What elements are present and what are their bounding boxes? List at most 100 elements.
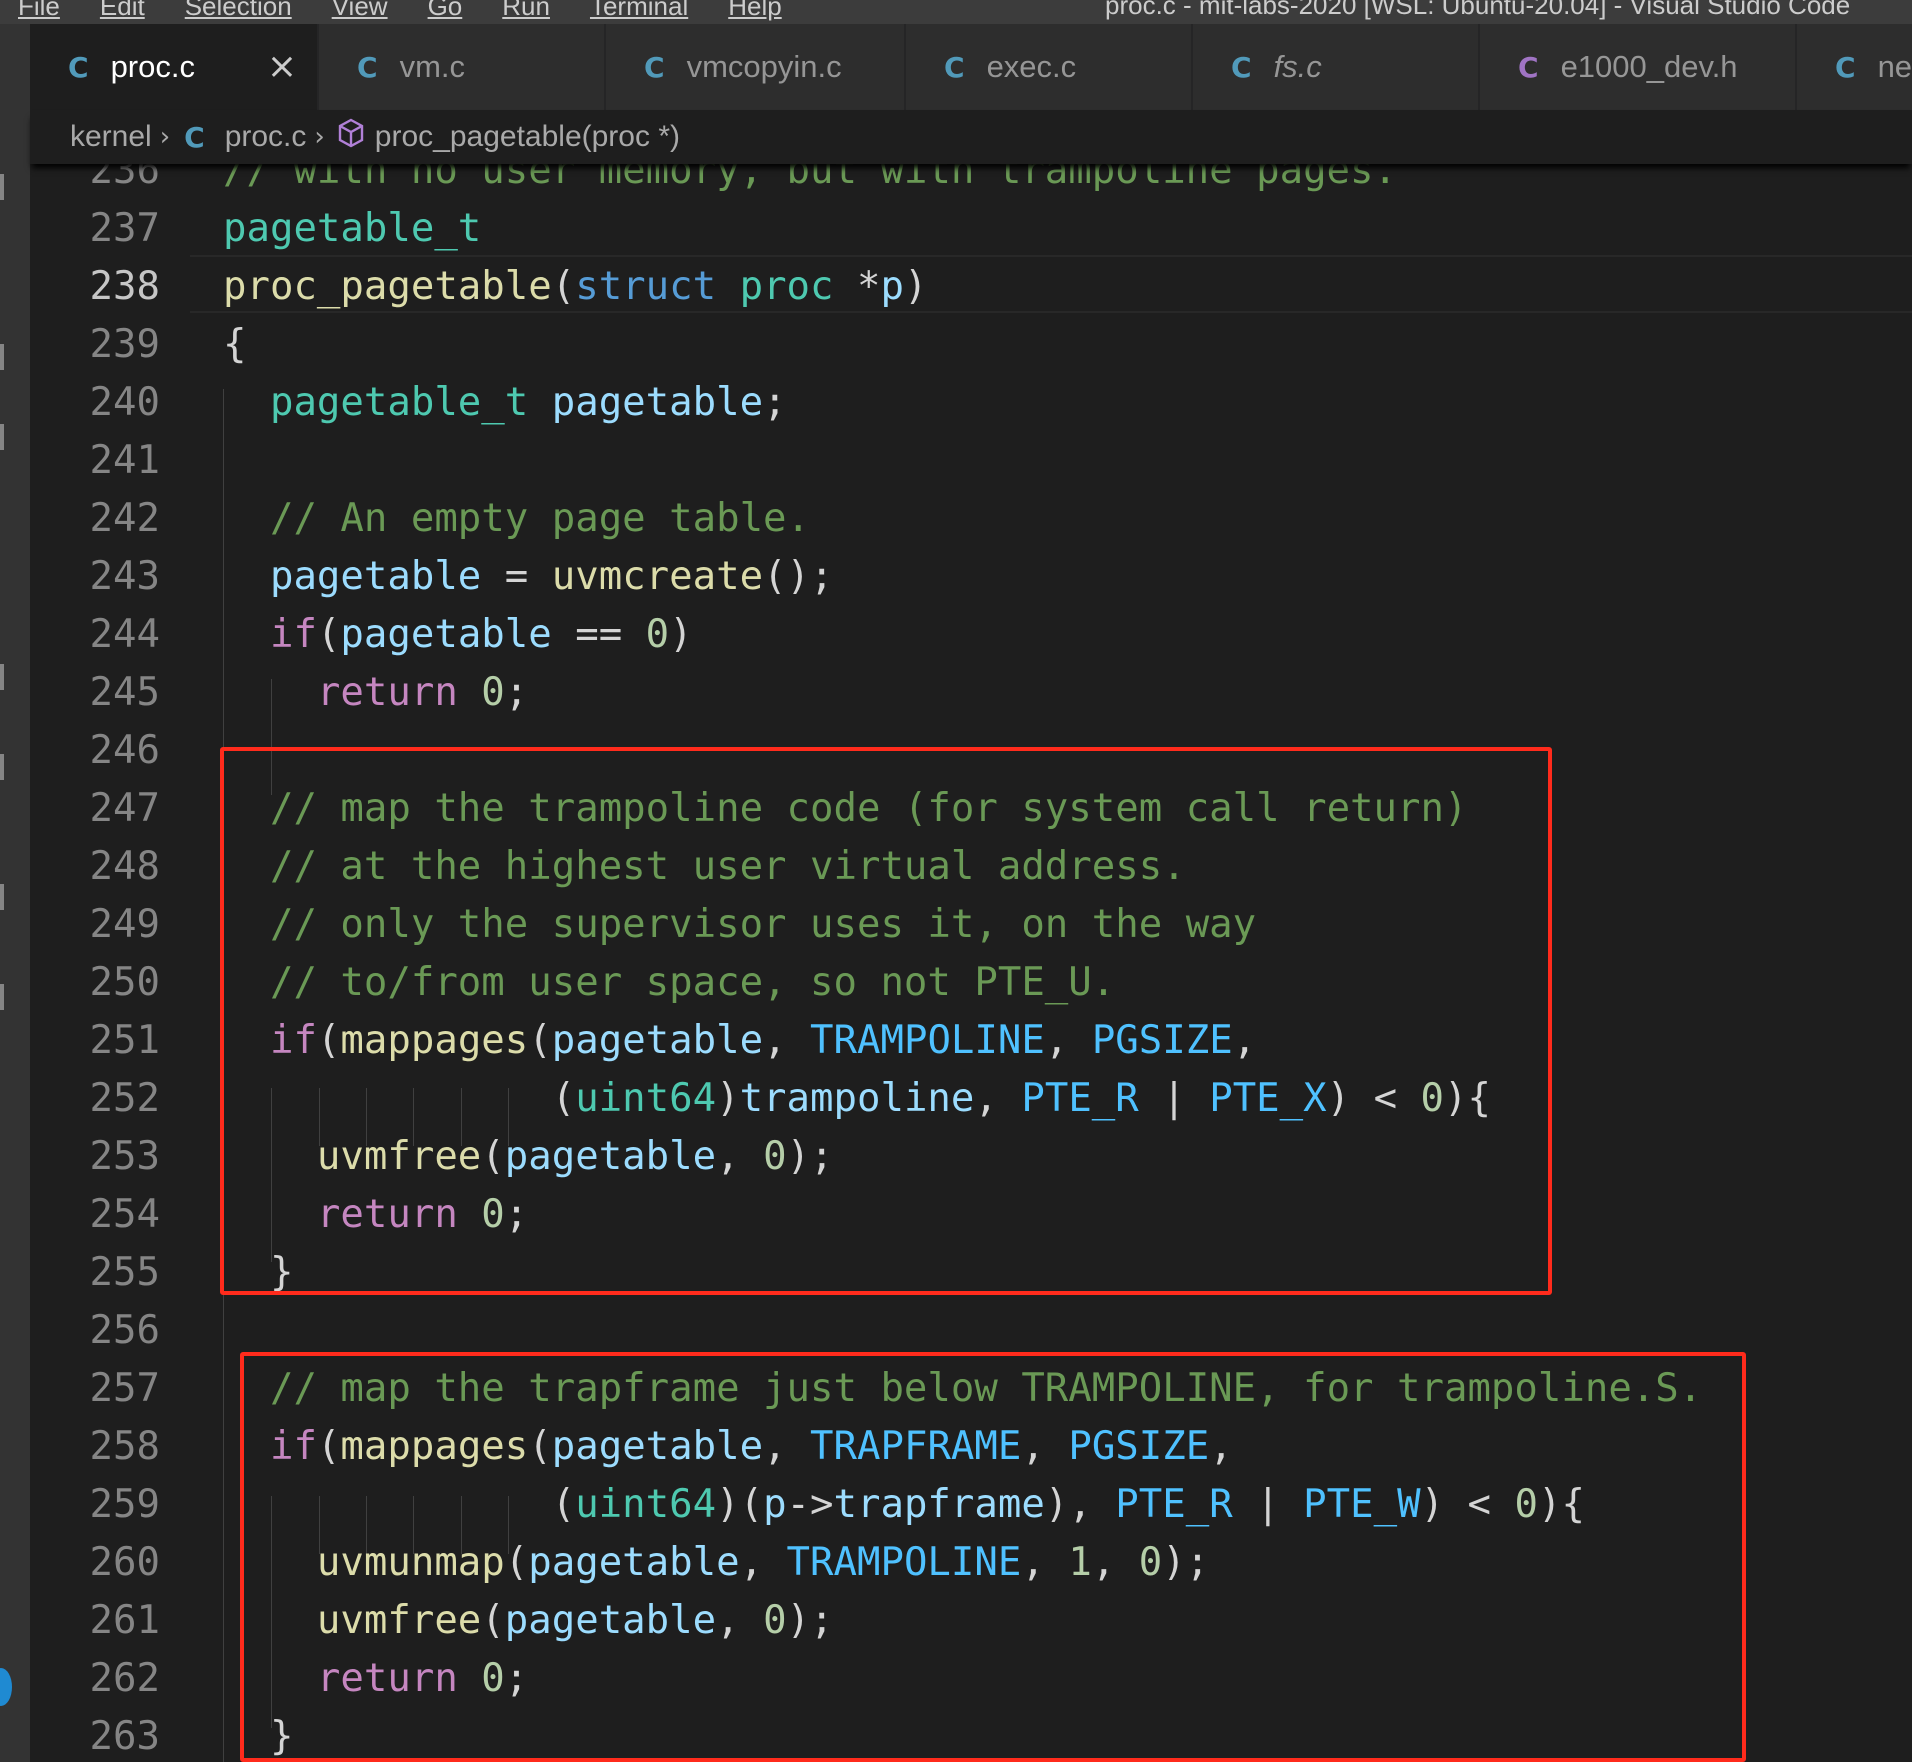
code-token: = xyxy=(481,554,552,599)
code-text: { xyxy=(223,316,246,374)
c-header-icon: C xyxy=(1518,50,1539,84)
line-number: 248 xyxy=(89,844,160,889)
menu-item[interactable]: Help xyxy=(728,0,781,22)
code-line[interactable]: 238 proc_pagetable(struct proc *p) xyxy=(30,258,1912,316)
c-file-icon: C xyxy=(68,50,89,84)
code-line[interactable]: 245 return 0; xyxy=(30,664,1912,722)
breadcrumb-file[interactable]: proc.c xyxy=(225,120,307,154)
breadcrumb: kernel › C proc.c › proc_pagetable(proc … xyxy=(30,110,1912,164)
code-line[interactable]: 242 // An empty page table. xyxy=(30,490,1912,548)
line-number: 250 xyxy=(89,960,160,1005)
menu-item[interactable]: Selection xyxy=(185,0,292,22)
code-text: return 0; xyxy=(223,664,528,722)
line-number: 253 xyxy=(89,1134,160,1179)
line-number: 257 xyxy=(89,1366,160,1411)
line-number: 263 xyxy=(89,1714,160,1759)
code-text: // with no user memory, but with trampol… xyxy=(223,164,1397,200)
code-line[interactable]: 240 pagetable_t pagetable; xyxy=(30,374,1912,432)
line-number: 239 xyxy=(89,322,160,367)
code-token: == xyxy=(551,612,646,657)
accounts-badge[interactable] xyxy=(0,1668,12,1706)
code-token: struct xyxy=(575,264,717,309)
line-number: 262 xyxy=(89,1656,160,1701)
tab-ne[interactable]: C ne xyxy=(1797,24,1912,110)
activity-marker xyxy=(0,344,4,370)
breadcrumb-symbol[interactable]: proc_pagetable(proc *) xyxy=(375,120,680,154)
c-file-icon: C xyxy=(1835,50,1856,84)
tab-label: vm.c xyxy=(399,49,465,84)
code-text: pagetable_t pagetable; xyxy=(223,374,787,432)
code-token: if xyxy=(269,612,317,657)
tab-label: proc.c xyxy=(110,49,195,84)
code-token: // with no user memory, but with trampol… xyxy=(223,164,1397,193)
line-number: 247 xyxy=(89,786,160,831)
code-token: 0 xyxy=(645,612,670,657)
code-line[interactable]: 237 pagetable_t xyxy=(30,200,1912,258)
line-number: 260 xyxy=(89,1540,160,1585)
line-number: 241 xyxy=(89,438,160,483)
code-text: if(pagetable == 0) xyxy=(223,606,693,664)
line-number: 258 xyxy=(89,1424,160,1469)
code-text: pagetable_t xyxy=(223,200,481,258)
code-token: pagetable xyxy=(269,554,482,599)
menu-item[interactable]: Run xyxy=(502,0,550,22)
line-number: 238 xyxy=(89,264,160,309)
line-number: 242 xyxy=(89,496,160,541)
tab-label: exec.c xyxy=(986,49,1077,84)
code-line[interactable]: 243 pagetable = uvmcreate(); xyxy=(30,548,1912,606)
line-number: 254 xyxy=(89,1192,160,1237)
line-number: 251 xyxy=(89,1018,160,1063)
line-number: 249 xyxy=(89,902,160,947)
menu-item[interactable]: Edit xyxy=(100,0,145,22)
tab-exec-c[interactable]: C exec.c xyxy=(906,24,1192,110)
c-file-icon: C xyxy=(1231,50,1252,84)
code-token: ; xyxy=(763,380,787,425)
line-number: 256 xyxy=(89,1308,160,1353)
menu-item[interactable]: Go xyxy=(428,0,463,22)
highlight-box-trapframe xyxy=(240,1352,1746,1762)
menu-item[interactable]: File xyxy=(18,0,60,22)
code-line[interactable]: 244 if(pagetable == 0) xyxy=(30,606,1912,664)
tab-proc-c[interactable]: C proc.c × xyxy=(30,24,318,110)
c-file-icon: C xyxy=(644,50,665,84)
activity-marker xyxy=(0,174,4,200)
code-line[interactable]: 236 // with no user memory, but with tram… xyxy=(30,164,1912,200)
menu-item[interactable]: View xyxy=(332,0,388,22)
code-token: pagetable_t xyxy=(223,206,482,251)
menu-items: File Edit Selection View Go Run Terminal Help xyxy=(18,0,782,22)
code-token: pagetable_t xyxy=(269,380,529,425)
code-token: (); xyxy=(763,554,834,599)
tab-vmcopyin-c[interactable]: C vmcopyin.c xyxy=(606,24,905,110)
tab-label: vmcopyin.c xyxy=(686,49,842,84)
code-token: * xyxy=(833,264,881,309)
breadcrumb-folder[interactable]: kernel xyxy=(70,120,152,154)
tab-fs-c[interactable]: C fs.c xyxy=(1193,24,1479,110)
line-number: 244 xyxy=(89,612,160,657)
c-file-icon: C xyxy=(357,50,378,84)
code-token: ; xyxy=(504,670,529,715)
code-text: pagetable = uvmcreate(); xyxy=(223,548,834,606)
code-token: return xyxy=(316,670,458,715)
line-number: 255 xyxy=(89,1250,160,1295)
menu-item[interactable]: Terminal xyxy=(590,0,688,22)
activity-marker xyxy=(0,424,4,450)
code-text: // An empty page table. xyxy=(223,490,810,548)
code-line[interactable]: 239 { xyxy=(30,316,1912,374)
window-title: proc.c - mit-labs-2020 [WSL: Ubuntu-20.0… xyxy=(1105,0,1851,20)
code-line[interactable]: 241 xyxy=(30,432,1912,490)
tab-vm-c[interactable]: C vm.c xyxy=(319,24,605,110)
code-token: pagetable xyxy=(340,612,552,657)
tab-label: ne xyxy=(1877,49,1912,84)
tab-label: e1000_dev.h xyxy=(1560,49,1738,84)
tab-label: fs.c xyxy=(1273,49,1322,84)
activity-marker xyxy=(0,754,4,780)
line-number: 246 xyxy=(89,728,160,773)
tab-e1000-dev-h[interactable]: C e1000_dev.h xyxy=(1480,24,1796,110)
close-icon[interactable]: × xyxy=(267,46,297,87)
chevron-right-icon: › xyxy=(159,122,171,152)
